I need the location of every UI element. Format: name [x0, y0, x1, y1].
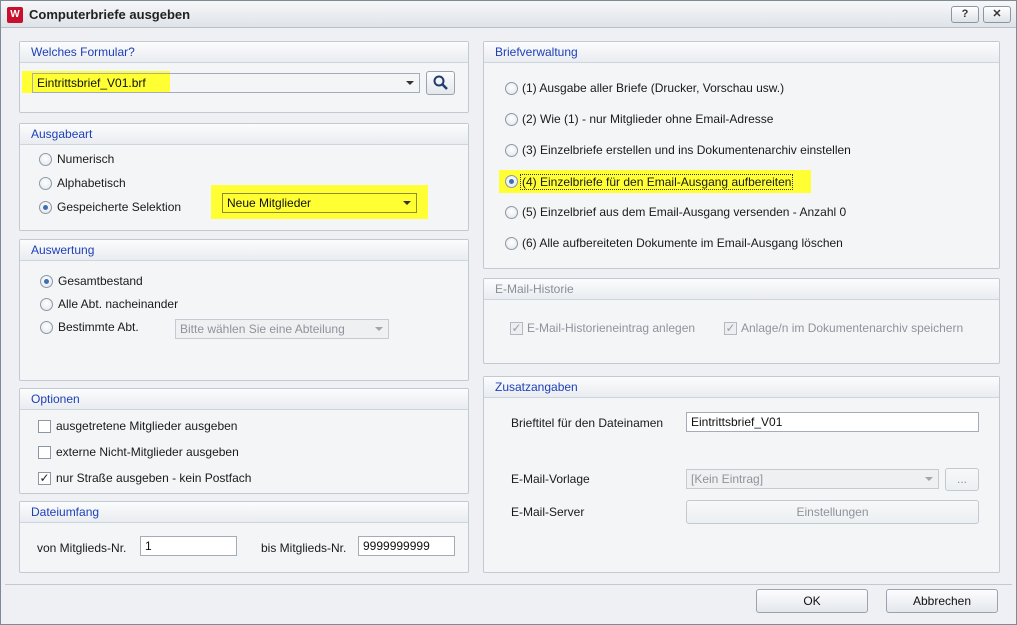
chevron-down-icon	[925, 477, 933, 481]
ok-button[interactable]: OK	[756, 589, 868, 613]
von-mitglieds-nr-input[interactable]: 1	[140, 536, 237, 556]
chevron-down-icon	[403, 201, 411, 205]
optionen-panel: Optionen ausgetretene Mitglieder ausgebe…	[19, 388, 469, 494]
radio-brief-4[interactable]	[505, 175, 518, 188]
checkbox-nur-strasse-label[interactable]: nur Straße ausgeben - kein Postfach	[56, 471, 251, 485]
dialog-footer: OK Abbrechen	[5, 584, 1012, 620]
checkbox-anlage-speichern[interactable]: ✓	[724, 322, 737, 335]
brieftitel-input[interactable]: Eintrittsbrief_V01	[686, 412, 979, 432]
cancel-button[interactable]: Abbrechen	[886, 589, 998, 613]
radio-brief-3[interactable]	[505, 144, 518, 157]
radio-gesamtbestand-label[interactable]: Gesamtbestand	[58, 274, 143, 288]
briefverwaltung-heading: Briefverwaltung	[484, 42, 999, 63]
checkbox-externe[interactable]	[38, 446, 51, 459]
radio-bestimmte-abt[interactable]	[40, 321, 53, 334]
checkbox-anlage-speichern-label[interactable]: Anlage/n im Dokumentenarchiv speichern	[741, 321, 963, 335]
ausgabeart-heading: Ausgabeart	[20, 124, 468, 145]
radio-brief-4-label[interactable]: (4) Einzelbriefe für den Email-Ausgang a…	[520, 174, 794, 190]
radio-alle-abt-label[interactable]: Alle Abt. nacheinander	[58, 297, 178, 311]
email-server-label: E-Mail-Server	[511, 505, 585, 519]
help-button[interactable]: ?	[951, 6, 979, 23]
checkbox-historieneintrag[interactable]: ✓	[510, 322, 523, 335]
app-logo-icon: W	[7, 7, 23, 23]
optionen-heading: Optionen	[20, 389, 468, 410]
briefverwaltung-panel: Briefverwaltung (1) Ausgabe aller Briefe…	[483, 41, 1000, 269]
zusatzangaben-panel: Zusatzangaben Brieftitel für den Dateina…	[483, 376, 1000, 573]
email-vorlage-dropdown[interactable]: [Kein Eintrag]	[686, 469, 939, 489]
email-server-settings-button[interactable]: Einstellungen	[686, 500, 979, 524]
dialog-window: W Computerbriefe ausgeben ? ✕ Welches Fo…	[0, 0, 1017, 625]
ausgabeart-panel: Ausgabeart Numerisch Alphabetisch Gespei…	[19, 123, 469, 231]
window-title: Computerbriefe ausgeben	[29, 7, 191, 22]
checkbox-ausgetretene-label[interactable]: ausgetretene Mitglieder ausgeben	[56, 419, 237, 433]
dateiumfang-heading: Dateiumfang	[20, 502, 468, 523]
radio-brief-2[interactable]	[505, 113, 518, 126]
von-mitglieds-nr-label: von Mitglieds-Nr.	[37, 541, 127, 555]
radio-brief-5[interactable]	[505, 206, 518, 219]
close-button[interactable]: ✕	[983, 6, 1011, 23]
zusatzangaben-heading: Zusatzangaben	[484, 377, 999, 398]
checkmark-icon: ✓	[511, 321, 522, 335]
radio-brief-1-label[interactable]: (1) Ausgabe aller Briefe (Drucker, Vorsc…	[522, 81, 784, 95]
radio-brief-2-label[interactable]: (2) Wie (1) - nur Mitglieder ohne Email-…	[522, 112, 773, 126]
abteilung-dropdown-placeholder: Bitte wählen Sie eine Abteilung	[180, 322, 345, 336]
checkmark-icon: ✓	[39, 471, 50, 485]
checkmark-icon: ✓	[725, 321, 736, 335]
checkbox-externe-label[interactable]: externe Nicht-Mitglieder ausgeben	[56, 445, 239, 459]
formular-search-button[interactable]	[426, 71, 455, 95]
formular-heading: Welches Formular?	[20, 42, 468, 63]
radio-gespeicherte-selektion-label[interactable]: Gespeicherte Selektion	[57, 200, 181, 214]
radio-brief-3-label[interactable]: (3) Einzelbriefe erstellen und ins Dokum…	[522, 143, 851, 157]
email-historie-heading: E-Mail-Historie	[484, 279, 999, 300]
search-icon	[433, 75, 448, 90]
bis-mitglieds-nr-label: bis Mitglieds-Nr.	[261, 541, 347, 555]
email-vorlage-value: [Kein Eintrag]	[691, 472, 764, 486]
radio-brief-1[interactable]	[505, 82, 518, 95]
radio-alle-abt[interactable]	[40, 298, 53, 311]
radio-bestimmte-abt-label[interactable]: Bestimmte Abt.	[58, 320, 139, 334]
radio-gesamtbestand[interactable]	[40, 275, 53, 288]
abteilung-dropdown[interactable]: Bitte wählen Sie eine Abteilung	[175, 319, 389, 339]
radio-numerisch-label[interactable]: Numerisch	[57, 152, 114, 166]
selektion-dropdown[interactable]: Neue Mitglieder	[222, 193, 417, 213]
radio-brief-5-label[interactable]: (5) Einzelbrief aus dem Email-Ausgang ve…	[522, 205, 846, 219]
chevron-down-icon	[406, 81, 414, 85]
radio-alphabetisch-label[interactable]: Alphabetisch	[57, 176, 126, 190]
checkbox-ausgetretene[interactable]	[38, 420, 51, 433]
radio-brief-6[interactable]	[505, 237, 518, 250]
chevron-down-icon	[375, 327, 383, 331]
title-bar[interactable]: W Computerbriefe ausgeben ? ✕	[1, 1, 1016, 28]
email-historie-panel: E-Mail-Historie ✓ E-Mail-Historieneintra…	[483, 278, 1000, 364]
auswertung-panel: Auswertung Gesamtbestand Alle Abt. nache…	[19, 239, 469, 381]
bis-mitglieds-nr-input[interactable]: 9999999999	[358, 536, 455, 556]
brieftitel-label: Brieftitel für den Dateinamen	[511, 416, 664, 430]
radio-gespeicherte-selektion[interactable]	[39, 201, 52, 214]
radio-numerisch[interactable]	[39, 153, 52, 166]
checkbox-historieneintrag-label[interactable]: E-Mail-Historieneintrag anlegen	[527, 321, 695, 335]
email-vorlage-browse-button[interactable]: ...	[945, 468, 979, 491]
checkbox-nur-strasse[interactable]: ✓	[38, 472, 51, 485]
auswertung-heading: Auswertung	[20, 240, 468, 261]
email-vorlage-label: E-Mail-Vorlage	[511, 472, 590, 486]
selektion-dropdown-value: Neue Mitglieder	[227, 196, 312, 210]
formular-dropdown-value: Eintrittsbrief_V01.brf	[37, 76, 146, 90]
formular-dropdown[interactable]: Eintrittsbrief_V01.brf	[32, 73, 420, 93]
dateiumfang-panel: Dateiumfang von Mitglieds-Nr. 1 bis Mitg…	[19, 501, 469, 573]
radio-alphabetisch[interactable]	[39, 177, 52, 190]
formular-panel: Welches Formular? Eintrittsbrief_V01.brf	[19, 41, 469, 113]
radio-brief-6-label[interactable]: (6) Alle aufbereiteten Dokumente im Emai…	[522, 236, 843, 250]
